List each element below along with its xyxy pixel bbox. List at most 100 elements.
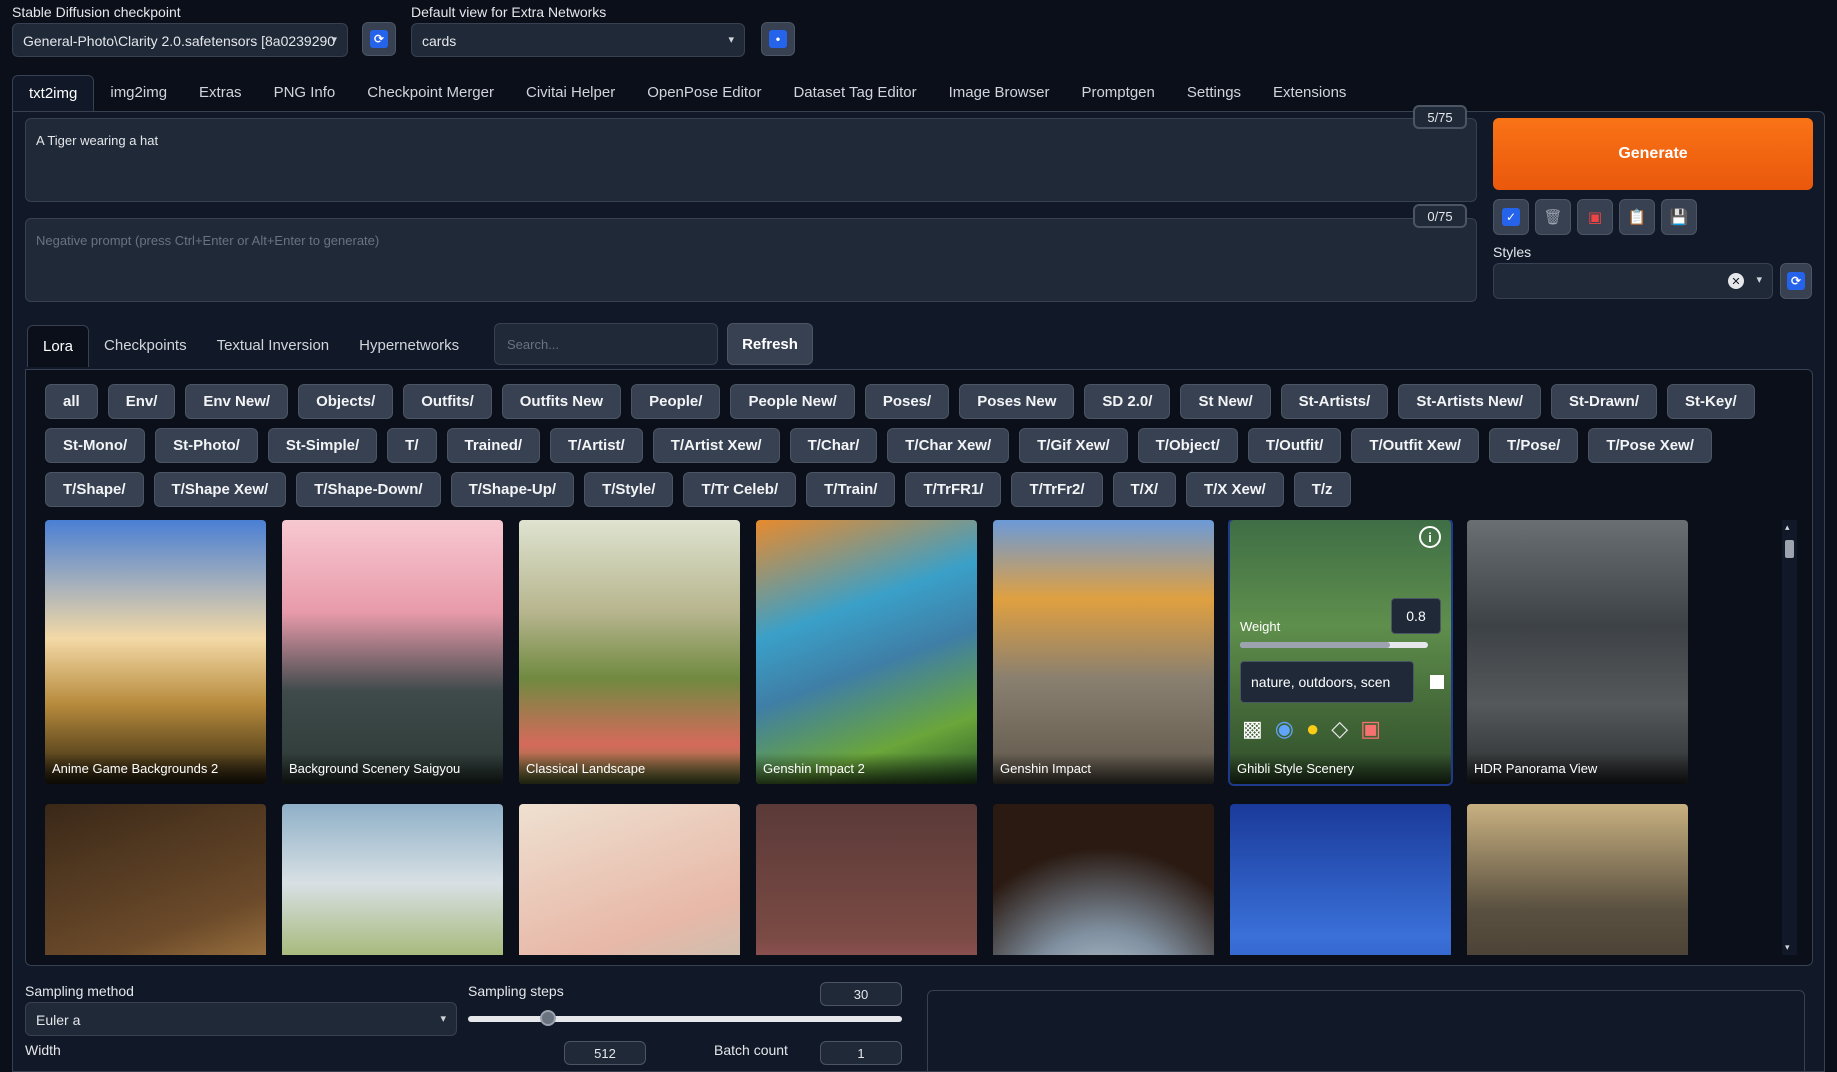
filter-chip[interactable]: T/TrFr2/	[1011, 472, 1103, 507]
filter-chip[interactable]: People New/	[730, 384, 855, 419]
filter-chip[interactable]: T/Train/	[806, 472, 896, 507]
filter-chip[interactable]: St-Mono/	[45, 428, 146, 463]
filter-chip[interactable]: T/Artist Xew/	[652, 428, 780, 463]
filter-chip[interactable]: St-Simple/	[267, 428, 378, 463]
batch-count-input[interactable]: 1	[820, 1041, 902, 1065]
filter-chip[interactable]: all	[45, 384, 98, 419]
filter-chip[interactable]: St-Artists/	[1280, 384, 1389, 419]
filter-chip[interactable]: T/Tr Celeb/	[683, 472, 797, 507]
filter-chip[interactable]: Env New/	[185, 384, 289, 419]
lora-card-hovered[interactable]: i Weight 0.8 nature, outdoors, scen ▩ ◉ …	[1230, 520, 1451, 784]
filter-chip[interactable]: T/TrFR1/	[905, 472, 1002, 507]
lora-card[interactable]: Classical Landscape	[519, 520, 740, 784]
weight-input[interactable]: 0.8	[1391, 598, 1441, 634]
tab-civitai-helper[interactable]: Civitai Helper	[510, 75, 631, 111]
save-style-button[interactable]: 💾	[1661, 199, 1697, 235]
filter-chip[interactable]: T/Pose Xew/	[1588, 428, 1712, 463]
filter-chip[interactable]: T/	[387, 428, 437, 463]
slider-thumb[interactable]	[540, 1010, 556, 1026]
network-tab-hypernetworks[interactable]: Hypernetworks	[344, 325, 474, 367]
arrow-up-icon[interactable]: ▴	[1785, 522, 1790, 533]
sampling-steps-slider[interactable]	[468, 1016, 902, 1022]
lora-card[interactable]: HDR Panorama View	[1467, 520, 1688, 784]
filter-chip[interactable]: Poses/	[864, 384, 950, 419]
tab-checkpoint-merger[interactable]: Checkpoint Merger	[351, 75, 510, 111]
filter-chip[interactable]: Outfits New	[501, 384, 622, 419]
lora-card[interactable]	[756, 804, 977, 955]
weight-slider[interactable]	[1240, 642, 1428, 648]
arrow-down-icon[interactable]: ▾	[1785, 942, 1790, 953]
filter-chip[interactable]: T/Gif Xew/	[1019, 428, 1128, 463]
filter-chip[interactable]: St New/	[1180, 384, 1271, 419]
filter-chip[interactable]: T/Char Xew/	[887, 428, 1010, 463]
tab-promptgen[interactable]: Promptgen	[1065, 75, 1170, 111]
filter-chip[interactable]: T/Char/	[789, 428, 878, 463]
extra-networks-view-dropdown[interactable]: cards ▾	[411, 23, 745, 57]
filter-chip[interactable]: T/Outfit Xew/	[1351, 428, 1479, 463]
trigger-words-input[interactable]: nature, outdoors, scen	[1240, 661, 1414, 703]
styles-dropdown[interactable]: ✕ ▾	[1493, 263, 1773, 299]
tab-extras[interactable]: Extras	[183, 75, 258, 111]
lora-card[interactable]: Background Scenery Saigyou	[282, 520, 503, 784]
globe-icon[interactable]: ◉	[1275, 716, 1294, 742]
prompt-textarea[interactable]: A Tiger wearing a hat	[25, 118, 1477, 202]
lora-card[interactable]	[1230, 804, 1451, 955]
image-icon[interactable]: ▩	[1242, 716, 1263, 742]
filter-chip[interactable]: Outfits/	[403, 384, 492, 419]
filter-chip[interactable]: St-Photo/	[155, 428, 258, 463]
network-tab-checkpoints[interactable]: Checkpoints	[89, 325, 202, 367]
refresh-checkpoint-button[interactable]: ⟳	[362, 22, 396, 56]
refresh-styles-button[interactable]: ⟳	[1780, 263, 1812, 299]
filter-chip[interactable]: SD 2.0/	[1084, 384, 1171, 419]
filter-chip[interactable]: St-Artists New/	[1398, 384, 1541, 419]
clear-prompt-button[interactable]: 🗑	[1535, 199, 1571, 235]
lora-card[interactable]	[519, 804, 740, 955]
filter-chip[interactable]: T/Pose/	[1488, 428, 1579, 463]
refresh-networks-button[interactable]: Refresh	[727, 323, 813, 365]
filter-chip[interactable]: T/Shape-Up/	[450, 472, 575, 507]
sampling-method-dropdown[interactable]: Euler a ▾	[25, 1002, 457, 1036]
network-search-input[interactable]	[494, 323, 718, 365]
network-tab-lora[interactable]: Lora	[27, 325, 90, 367]
tab-png-info[interactable]: PNG Info	[258, 75, 352, 111]
filter-chip[interactable]: T/Object/	[1137, 428, 1238, 463]
scrollbar-thumb[interactable]	[1785, 540, 1794, 558]
tab-img2img[interactable]: img2img	[94, 75, 183, 111]
lora-card[interactable]: Anime Game Backgrounds 2	[45, 520, 266, 784]
filter-chip[interactable]: St-Key/	[1667, 384, 1755, 419]
cards-scrollbar[interactable]: ▴ ▾	[1782, 520, 1797, 955]
filter-chip[interactable]: T/Shape Xew/	[153, 472, 287, 507]
tab-openpose-editor[interactable]: OpenPose Editor	[631, 75, 777, 111]
checkpoint-dropdown[interactable]: General-Photo\Clarity 2.0.safetensors [8…	[12, 23, 348, 57]
negative-prompt-textarea[interactable]: Negative prompt (press Ctrl+Enter or Alt…	[25, 218, 1477, 302]
tag-icon[interactable]: ◇	[1331, 716, 1348, 742]
tab-settings[interactable]: Settings	[1171, 75, 1257, 111]
lora-card[interactable]	[993, 804, 1214, 955]
clear-icon[interactable]: ✕	[1728, 273, 1744, 289]
save-icon[interactable]: ▣	[1360, 716, 1381, 742]
apply-extra-networks-button[interactable]: •	[761, 22, 795, 56]
filter-chip[interactable]: T/Outfit/	[1247, 428, 1342, 463]
sampling-steps-input[interactable]: 30	[820, 982, 902, 1006]
filter-chip[interactable]: Trained/	[446, 428, 541, 463]
info-icon[interactable]: i	[1419, 526, 1441, 548]
filter-chip[interactable]: St-Drawn/	[1551, 384, 1658, 419]
tab-image-browser[interactable]: Image Browser	[933, 75, 1066, 111]
tab-extensions[interactable]: Extensions	[1257, 75, 1362, 111]
lora-card[interactable]: Genshin Impact	[993, 520, 1214, 784]
filter-chip[interactable]: T/X/	[1112, 472, 1177, 507]
lora-card[interactable]	[1467, 804, 1688, 955]
filter-chip[interactable]: Poses New	[959, 384, 1075, 419]
filter-chip[interactable]: People/	[631, 384, 721, 419]
lora-card[interactable]	[45, 804, 266, 955]
generate-button[interactable]: Generate	[1493, 118, 1813, 190]
filter-chip[interactable]: T/Artist/	[550, 428, 643, 463]
network-tab-textual-inversion[interactable]: Textual Inversion	[202, 325, 345, 367]
filter-chip[interactable]: T/z	[1293, 472, 1351, 507]
tab-dataset-tag-editor[interactable]: Dataset Tag Editor	[777, 75, 932, 111]
filter-chip[interactable]: T/X Xew/	[1186, 472, 1284, 507]
filter-chip[interactable]: Objects/	[298, 384, 394, 419]
tab-txt2img[interactable]: txt2img	[12, 75, 95, 111]
width-input[interactable]: 512	[564, 1041, 646, 1065]
filter-chip[interactable]: Env/	[107, 384, 176, 419]
